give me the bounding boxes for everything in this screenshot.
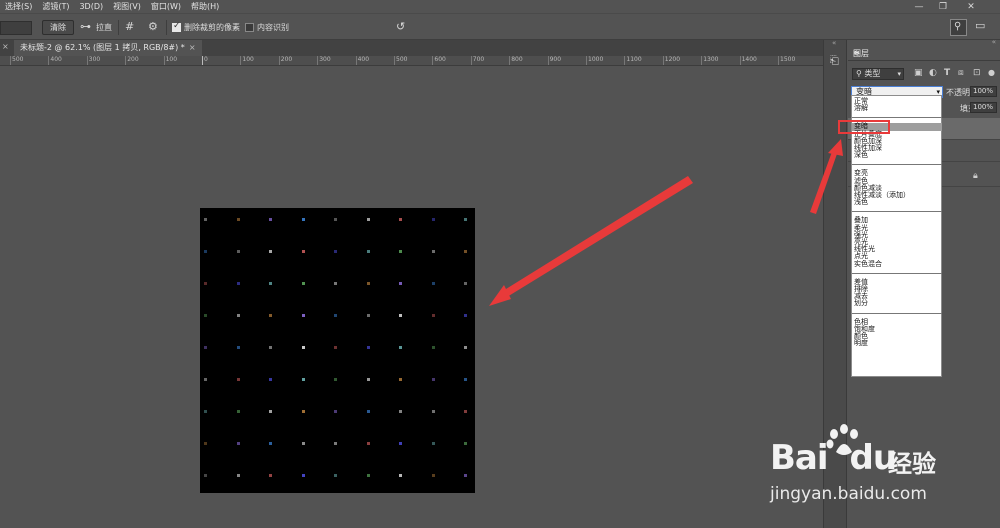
watermark-url: jingyan.baidu.com [770,484,927,504]
arrow-shaft-left [498,176,693,300]
watermark-brand: Bai du [770,438,897,478]
arrow-head-up [828,139,843,156]
baidu-jingyan-watermark: Bai du 经验 jingyan.baidu.com [770,420,990,520]
arrow-shaft-up [810,149,838,214]
watermark-cn: 经验 [888,450,936,478]
